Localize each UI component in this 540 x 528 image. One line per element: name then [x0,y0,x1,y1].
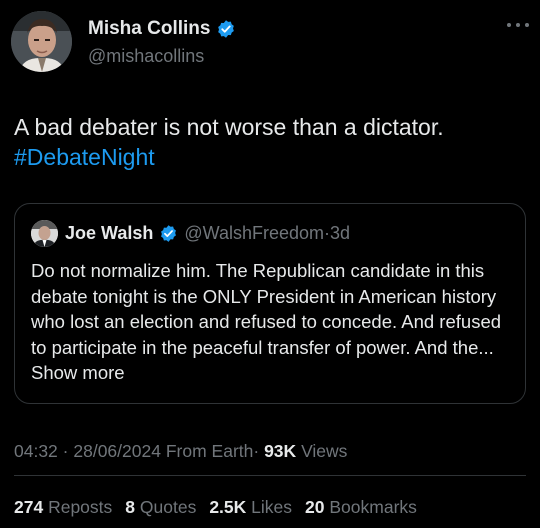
quote-body: Do not normalize him. The Republican can… [31,260,502,358]
author-name[interactable]: Misha Collins [88,18,210,40]
quotes-count: 8 [125,497,136,517]
post-source: From Earth [165,441,254,461]
meta-separator: · [62,441,69,461]
bookmarks-stat[interactable]: 20 Bookmarks [305,497,417,518]
reposts-label: Reposts [48,497,113,517]
quoted-post-card[interactable]: Joe Walsh @WalshFreedom · 3d Do not norm… [14,203,526,404]
post-meta: 04:32 · 28/06/2024 From Earth· 93K Views [14,441,347,462]
show-more-link[interactable]: Show more [31,362,125,383]
post: Misha Collins @mishacollins A bad debate… [0,0,540,528]
author-name-row[interactable]: Misha Collins [88,18,236,40]
verified-badge-icon [216,19,236,39]
quote-author-avatar[interactable] [31,220,58,247]
quote-text: Do not normalize him. The Republican can… [31,258,511,386]
likes-stat[interactable]: 2.5K Likes [209,497,292,518]
quote-header: Joe Walsh @WalshFreedom · 3d [65,223,350,244]
quote-age[interactable]: 3d [330,223,350,244]
likes-label: Likes [251,497,293,517]
likes-count: 2.5K [209,497,247,517]
author-avatar[interactable] [11,11,72,72]
author-handle[interactable]: @mishacollins [88,46,204,67]
reposts-count: 274 [14,497,44,517]
engagement-stats: 274 Reposts 8 Quotes 2.5K Likes 20 Bookm… [14,497,417,518]
post-time[interactable]: 04:32 [14,441,58,461]
quotes-label: Quotes [139,497,197,517]
post-date[interactable]: 28/06/2024 [73,441,161,461]
bookmarks-count: 20 [305,497,325,517]
quotes-stat[interactable]: 8 Quotes [125,497,196,518]
reposts-stat[interactable]: 274 Reposts [14,497,112,518]
quote-handle-wrap: @WalshFreedom · 3d [184,223,350,244]
post-text: A bad debater is not worse than a dictat… [14,112,526,172]
divider [14,475,526,476]
quote-author-name[interactable]: Joe Walsh [65,223,153,244]
views-count: 93K [264,441,297,461]
hashtag-link[interactable]: #DebateNight [14,142,526,172]
more-options-icon[interactable] [507,20,529,30]
quote-author-handle[interactable]: @WalshFreedom [184,223,324,244]
meta-separator: · [253,441,260,461]
views-label: Views [301,441,348,461]
bookmarks-label: Bookmarks [329,497,417,517]
post-body: A bad debater is not worse than a dictat… [14,114,444,140]
verified-badge-icon [159,224,178,243]
